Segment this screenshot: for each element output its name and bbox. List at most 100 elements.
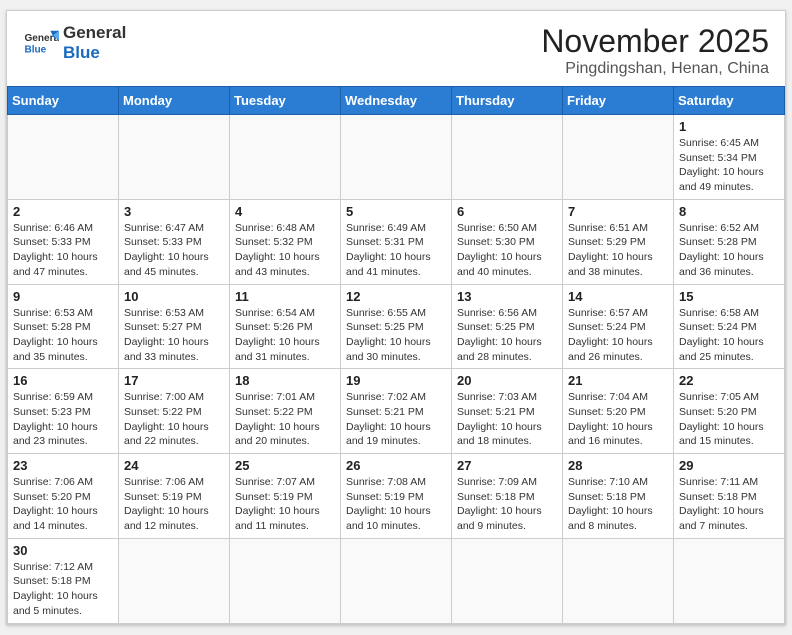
- day-info: Sunrise: 6:48 AMSunset: 5:32 PMDaylight:…: [235, 221, 335, 280]
- day-info: Sunrise: 7:08 AMSunset: 5:19 PMDaylight:…: [346, 475, 446, 534]
- day-cell: 30 Sunrise: 7:12 AMSunset: 5:18 PMDayligh…: [8, 538, 119, 623]
- week-row-3: 16 Sunrise: 6:59 AMSunset: 5:23 PMDayligh…: [8, 369, 785, 454]
- day-number: 7: [568, 204, 668, 219]
- day-cell: 5Sunrise: 6:49 AMSunset: 5:31 PMDaylight…: [341, 199, 452, 284]
- day-info: Sunrise: 7:09 AMSunset: 5:18 PMDaylight:…: [457, 475, 557, 534]
- week-row-1: 2Sunrise: 6:46 AMSunset: 5:33 PMDaylight…: [8, 199, 785, 284]
- day-cell: [341, 115, 452, 200]
- day-number: 23: [13, 458, 113, 473]
- day-info: Sunrise: 7:05 AMSunset: 5:20 PMDaylight:…: [679, 390, 779, 449]
- day-info: Sunrise: 6:57 AMSunset: 5:24 PMDaylight:…: [568, 306, 668, 365]
- day-info: Sunrise: 7:02 AMSunset: 5:21 PMDaylight:…: [346, 390, 446, 449]
- day-number: 24: [124, 458, 224, 473]
- week-row-5: 30 Sunrise: 7:12 AMSunset: 5:18 PMDayligh…: [8, 538, 785, 623]
- day-info: Sunrise: 7:11 AMSunset: 5:18 PMDaylight:…: [679, 475, 779, 534]
- day-cell: 28Sunrise: 7:10 AMSunset: 5:18 PMDayligh…: [563, 454, 674, 539]
- svg-text:Blue: Blue: [24, 45, 46, 56]
- day-number: 22: [679, 373, 779, 388]
- day-info: Sunrise: 6:53 AMSunset: 5:28 PMDaylight:…: [13, 306, 113, 365]
- day-cell: 29 Sunrise: 7:11 AMSunset: 5:18 PMDayligh…: [674, 454, 785, 539]
- day-info: Sunrise: 7:06 AMSunset: 5:20 PMDaylight:…: [13, 475, 113, 534]
- day-cell: 4 Sunrise: 6:48 AMSunset: 5:32 PMDaylight…: [230, 199, 341, 284]
- calendar-container: General Blue General Blue November 2025 …: [6, 10, 786, 625]
- day-info: Sunrise: 6:54 AMSunset: 5:26 PMDaylight:…: [235, 306, 335, 365]
- day-cell: [563, 538, 674, 623]
- day-info: Sunrise: 7:12 AMSunset: 5:18 PMDaylight:…: [13, 560, 113, 619]
- day-cell: 20 Sunrise: 7:03 AMSunset: 5:21 PMDayligh…: [452, 369, 563, 454]
- day-info: Sunrise: 7:00 AMSunset: 5:22 PMDaylight:…: [124, 390, 224, 449]
- day-number: 20: [457, 373, 557, 388]
- day-cell: 17 Sunrise: 7:00 AMSunset: 5:22 PMDayligh…: [119, 369, 230, 454]
- day-number: 5: [346, 204, 446, 219]
- logo: General Blue General Blue: [23, 23, 126, 64]
- day-number: 25: [235, 458, 335, 473]
- day-number: 15: [679, 289, 779, 304]
- day-cell: 22 Sunrise: 7:05 AMSunset: 5:20 PMDayligh…: [674, 369, 785, 454]
- day-cell: 24 Sunrise: 7:06 AMSunset: 5:19 PMDayligh…: [119, 454, 230, 539]
- day-info: Sunrise: 6:58 AMSunset: 5:24 PMDaylight:…: [679, 306, 779, 365]
- day-cell: [119, 538, 230, 623]
- day-cell: [674, 538, 785, 623]
- day-cell: [230, 538, 341, 623]
- day-number: 12: [346, 289, 446, 304]
- day-cell: [341, 538, 452, 623]
- day-number: 26: [346, 458, 446, 473]
- day-cell: [119, 115, 230, 200]
- day-info: Sunrise: 6:55 AMSunset: 5:25 PMDaylight:…: [346, 306, 446, 365]
- day-info: Sunrise: 7:01 AMSunset: 5:22 PMDaylight:…: [235, 390, 335, 449]
- day-number: 29: [679, 458, 779, 473]
- day-cell: [563, 115, 674, 200]
- day-info: Sunrise: 7:07 AMSunset: 5:19 PMDaylight:…: [235, 475, 335, 534]
- day-cell: 6Sunrise: 6:50 AMSunset: 5:30 PMDaylight…: [452, 199, 563, 284]
- day-number: 1: [679, 119, 779, 134]
- day-number: 10: [124, 289, 224, 304]
- week-row-2: 9 Sunrise: 6:53 AMSunset: 5:28 PMDaylight…: [8, 284, 785, 369]
- month-title: November 2025: [541, 23, 769, 60]
- day-cell: 15 Sunrise: 6:58 AMSunset: 5:24 PMDayligh…: [674, 284, 785, 369]
- day-number: 21: [568, 373, 668, 388]
- day-cell: 13Sunrise: 6:56 AMSunset: 5:25 PMDayligh…: [452, 284, 563, 369]
- day-cell: 16 Sunrise: 6:59 AMSunset: 5:23 PMDayligh…: [8, 369, 119, 454]
- day-cell: 23 Sunrise: 7:06 AMSunset: 5:20 PMDayligh…: [8, 454, 119, 539]
- day-number: 9: [13, 289, 113, 304]
- day-info: Sunrise: 6:53 AMSunset: 5:27 PMDaylight:…: [124, 306, 224, 365]
- day-number: 19: [346, 373, 446, 388]
- day-info: Sunrise: 6:59 AMSunset: 5:23 PMDaylight:…: [13, 390, 113, 449]
- day-cell: 14 Sunrise: 6:57 AMSunset: 5:24 PMDayligh…: [563, 284, 674, 369]
- week-row-0: 1Sunrise: 6:45 AMSunset: 5:34 PMDaylight…: [8, 115, 785, 200]
- weekday-header-tuesday: Tuesday: [230, 87, 341, 115]
- day-number: 14: [568, 289, 668, 304]
- day-number: 4: [235, 204, 335, 219]
- week-row-4: 23 Sunrise: 7:06 AMSunset: 5:20 PMDayligh…: [8, 454, 785, 539]
- day-number: 30: [13, 543, 113, 558]
- weekday-header-friday: Friday: [563, 87, 674, 115]
- logo-icon: General Blue: [23, 25, 59, 61]
- day-info: Sunrise: 7:03 AMSunset: 5:21 PMDaylight:…: [457, 390, 557, 449]
- day-number: 16: [13, 373, 113, 388]
- day-info: Sunrise: 6:50 AMSunset: 5:30 PMDaylight:…: [457, 221, 557, 280]
- day-info: Sunrise: 7:06 AMSunset: 5:19 PMDaylight:…: [124, 475, 224, 534]
- day-cell: 3Sunrise: 6:47 AMSunset: 5:33 PMDaylight…: [119, 199, 230, 284]
- day-number: 18: [235, 373, 335, 388]
- weekday-header-sunday: Sunday: [8, 87, 119, 115]
- day-cell: [452, 538, 563, 623]
- day-cell: 1Sunrise: 6:45 AMSunset: 5:34 PMDaylight…: [674, 115, 785, 200]
- day-cell: [452, 115, 563, 200]
- day-cell: 12 Sunrise: 6:55 AMSunset: 5:25 PMDayligh…: [341, 284, 452, 369]
- day-info: Sunrise: 7:10 AMSunset: 5:18 PMDaylight:…: [568, 475, 668, 534]
- day-number: 17: [124, 373, 224, 388]
- weekday-header-wednesday: Wednesday: [341, 87, 452, 115]
- day-cell: 21Sunrise: 7:04 AMSunset: 5:20 PMDayligh…: [563, 369, 674, 454]
- day-info: Sunrise: 6:46 AMSunset: 5:33 PMDaylight:…: [13, 221, 113, 280]
- day-number: 27: [457, 458, 557, 473]
- day-cell: 27 Sunrise: 7:09 AMSunset: 5:18 PMDayligh…: [452, 454, 563, 539]
- calendar-header: General Blue General Blue November 2025 …: [7, 11, 785, 86]
- weekday-header-monday: Monday: [119, 87, 230, 115]
- logo-general-text: General: [63, 23, 126, 43]
- logo-blue-text: Blue: [63, 43, 126, 63]
- day-cell: 10 Sunrise: 6:53 AMSunset: 5:27 PMDayligh…: [119, 284, 230, 369]
- day-cell: 25 Sunrise: 7:07 AMSunset: 5:19 PMDayligh…: [230, 454, 341, 539]
- day-number: 8: [679, 204, 779, 219]
- calendar-table: SundayMondayTuesdayWednesdayThursdayFrid…: [7, 86, 785, 624]
- day-cell: 8Sunrise: 6:52 AMSunset: 5:28 PMDaylight…: [674, 199, 785, 284]
